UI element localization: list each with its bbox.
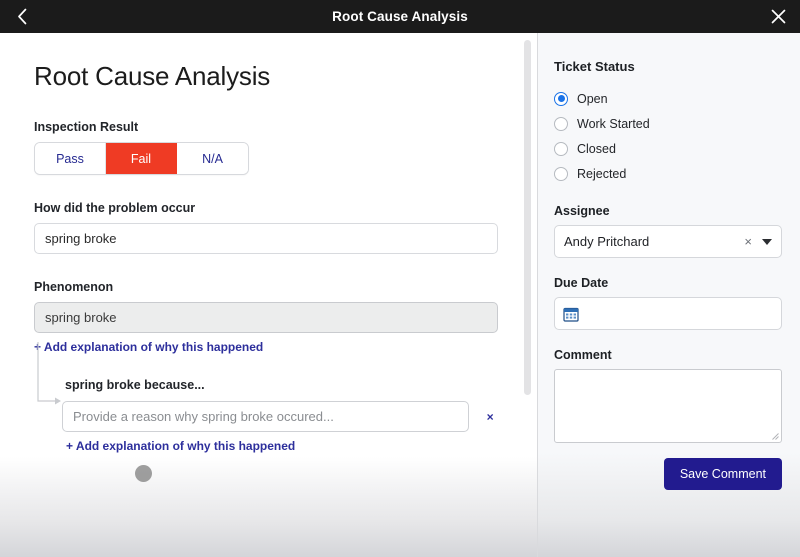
problem-occur-input[interactable]: spring broke xyxy=(34,223,498,254)
rca-form-panel: Root Cause Analysis Inspection Result Pa… xyxy=(0,33,537,557)
calendar-icon[interactable] xyxy=(563,306,579,322)
ticket-status-option-work-started[interactable]: Work Started xyxy=(554,111,778,136)
why-input-row: Provide a reason why spring broke occure… xyxy=(62,401,497,432)
assignee-group: Assignee Andy Pritchard × xyxy=(554,204,782,258)
problem-occur-group: How did the problem occur spring broke xyxy=(34,201,498,254)
chevron-down-icon[interactable] xyxy=(762,238,772,245)
why-block-title: spring broke because... xyxy=(65,378,205,392)
radio-icon xyxy=(554,166,568,181)
phenomenon-label: Phenomenon xyxy=(34,280,114,294)
ticket-status-group: Ticket Status Open Work Started Closed R… xyxy=(554,59,778,186)
phenomenon-add-explanation-link[interactable]: + Add explanation of why this happened xyxy=(34,340,263,354)
ticket-status-option-rejected[interactable]: Rejected xyxy=(554,161,778,186)
radio-icon xyxy=(554,141,568,156)
due-date-label: Due Date xyxy=(554,276,609,290)
ticket-status-option-open[interactable]: Open xyxy=(554,86,778,111)
modal-title: Root Cause Analysis xyxy=(332,9,468,24)
inspection-result-segmented-control: Pass Fail N/A xyxy=(34,142,249,175)
problem-occur-label: How did the problem occur xyxy=(34,201,196,215)
ticket-status-label-rejected: Rejected xyxy=(577,166,627,181)
inspection-option-fail[interactable]: Fail xyxy=(106,143,177,174)
chevron-left-icon xyxy=(17,8,26,25)
comment-textarea[interactable] xyxy=(554,369,782,443)
phenomenon-group: Phenomenon spring broke + Add explanatio… xyxy=(34,280,498,455)
close-button[interactable] xyxy=(756,0,800,33)
inspection-option-pass[interactable]: Pass xyxy=(35,143,106,174)
vertical-scrollbar[interactable] xyxy=(524,37,531,549)
radio-icon xyxy=(554,116,568,131)
phenomenon-input[interactable]: spring broke xyxy=(34,302,498,333)
clear-icon[interactable]: × xyxy=(744,234,752,249)
scrollbar-thumb[interactable] xyxy=(524,40,531,395)
rca-form-content: Root Cause Analysis Inspection Result Pa… xyxy=(0,33,537,491)
page-title: Root Cause Analysis xyxy=(34,61,271,91)
modal-titlebar: Root Cause Analysis xyxy=(0,0,800,33)
due-date-group: Due Date xyxy=(554,276,782,330)
ticket-status-option-closed[interactable]: Closed xyxy=(554,136,778,161)
inspection-option-na[interactable]: N/A xyxy=(177,143,248,174)
save-comment-row: Save Comment xyxy=(554,458,782,490)
ticket-status-heading: Ticket Status xyxy=(554,59,635,74)
root-cause-analysis-modal: Root Cause Analysis Root Cause Analysis … xyxy=(0,0,800,557)
modal-body: Root Cause Analysis Inspection Result Pa… xyxy=(0,33,800,557)
assignee-label: Assignee xyxy=(554,204,610,218)
inspection-result-label: Inspection Result xyxy=(34,120,139,134)
ticket-status-label-work-started: Work Started xyxy=(577,116,650,131)
why-delete-button[interactable]: × xyxy=(483,410,497,424)
why-add-explanation-link[interactable]: + Add explanation of why this happened xyxy=(66,439,295,453)
assignee-value: Andy Pritchard xyxy=(564,234,650,249)
comment-group: Comment Save Comment xyxy=(554,348,782,490)
resize-handle-icon[interactable] xyxy=(772,433,779,440)
why-explanation-block: spring broke because... Provide a reason… xyxy=(37,342,497,455)
inspection-result-group: Inspection Result Pass Fail N/A xyxy=(34,120,497,175)
ticket-details-panel: Ticket Status Open Work Started Closed R… xyxy=(538,33,800,557)
save-comment-button[interactable]: Save Comment xyxy=(663,458,782,490)
ticket-status-label-closed: Closed xyxy=(577,141,616,156)
comment-label: Comment xyxy=(554,348,612,362)
why-reason-input[interactable]: Provide a reason why spring broke occure… xyxy=(62,401,470,432)
back-button[interactable] xyxy=(0,0,44,33)
radio-icon xyxy=(554,91,568,106)
ticket-status-label-open: Open xyxy=(577,91,608,106)
assignee-select[interactable]: Andy Pritchard × xyxy=(554,225,782,258)
close-icon xyxy=(771,9,785,24)
due-date-input[interactable] xyxy=(554,297,782,330)
